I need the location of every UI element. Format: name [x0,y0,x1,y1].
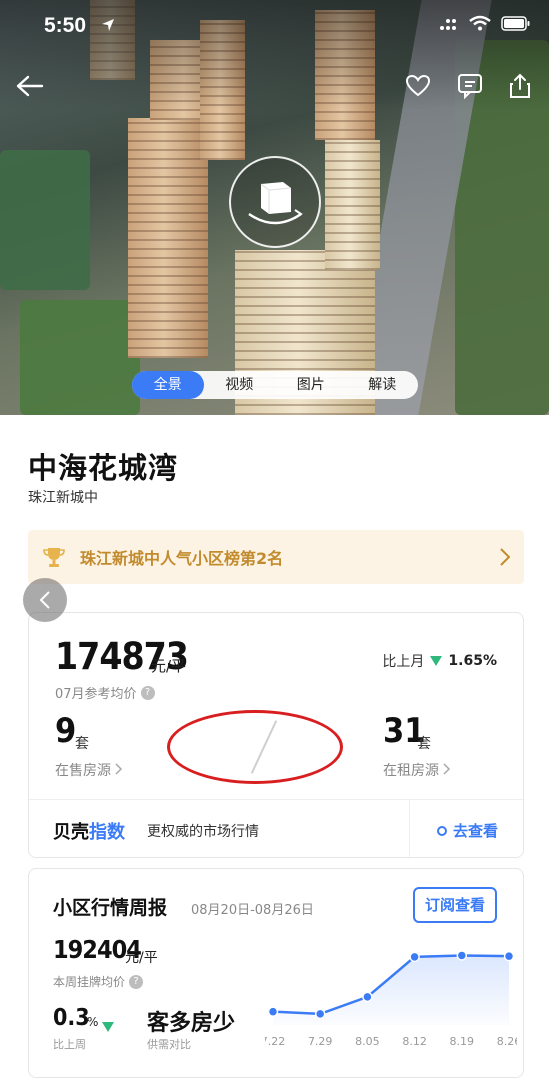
index-word: 指数 [89,822,125,843]
price-label-text: 07月参考均价 [55,687,137,702]
help-icon[interactable]: ? [140,685,155,700]
on-sale-link[interactable]: 在售房源 [55,760,123,780]
month-over-month: 比上月 1.65% [382,651,497,671]
on-sale-unit: 套 [75,736,89,752]
chart-point [362,991,373,1003]
vr-cube-icon [248,182,303,225]
tab-video[interactable]: 视频 [204,371,276,399]
chart-x-tick: 7.29 [308,1035,333,1048]
building [325,140,380,270]
rent-label: 在租房源 [383,763,439,779]
rent-unit: 套 [417,736,431,752]
card-divider [29,799,523,800]
status-bar: 5:50 [0,0,549,52]
chart-point [456,950,468,961]
chart-x-tick: 8.26 [497,1035,517,1048]
chevron-left-icon [39,591,50,609]
go-see-label: 去查看 [453,822,499,840]
index-brand: 贝壳 [53,822,89,843]
signal-icon [439,16,459,35]
chart-point [314,1008,326,1020]
park-area [20,300,140,415]
message-button[interactable] [452,68,488,104]
price-unit: 元/平 [151,657,187,675]
vr-view-button[interactable] [229,156,321,248]
media-tabs: 全景 视频 图片 解读 [132,371,418,399]
chart-point [267,1006,279,1017]
battery-icon [501,15,531,35]
go-see-button[interactable]: 去查看 [437,820,498,841]
chart-point [503,950,515,962]
down-triangle-icon [430,656,443,666]
chart-x-tick: 7.22 [265,1035,285,1048]
community-name: 中海花城湾 [28,451,179,485]
trophy-icon [43,548,65,567]
highlight-circle [167,710,343,784]
weekly-price-label: 本周挂牌均价 ? [53,973,144,990]
chart-point [409,951,420,963]
weekly-title: 小区行情周报 [53,897,168,919]
tab-photos[interactable]: 图片 [275,371,347,399]
help-icon[interactable]: ? [129,974,144,989]
ring-icon [437,825,447,836]
rank-text: 珠江新城中人气小区榜第2名 [80,549,284,568]
share-icon [510,73,530,98]
share-button[interactable] [502,68,538,104]
price-card: 174873 元/平 07月参考均价 ? 比上月 1.65% 9 套 在售房源 … [28,612,524,859]
chevron-right-icon [115,763,123,775]
down-triangle-icon [102,1017,114,1036]
weekly-change-label: 比上周 [53,1038,86,1051]
park-area [0,150,90,290]
supply-demand-value: 客多房少 [147,1011,236,1036]
arrow-left-icon [16,75,44,97]
rent-link[interactable]: 在租房源 [383,760,451,780]
floating-back-button[interactable] [23,578,67,622]
beike-index-logo: 贝壳指数 [53,818,125,844]
rank-banner[interactable]: 珠江新城中人气小区榜第2名 [28,530,524,584]
weekly-change-unit: % [87,1015,99,1029]
status-time: 5:50 [44,14,87,37]
on-sale-label: 在售房源 [55,763,111,779]
weekly-price-chart: 7.22 7.29 8.05 8.12 8.19 8.26 [265,950,517,1048]
back-button[interactable] [12,68,48,104]
location-arrow-icon [101,17,115,36]
chevron-right-icon [443,763,451,775]
weekly-change-value: 0.3 [53,1005,90,1031]
chart-x-tick: 8.19 [450,1035,475,1048]
supply-demand-label: 供需对比 [147,1038,191,1051]
price-label: 07月参考均价 ? [55,683,155,702]
mom-label: 比上月 [382,654,425,670]
weekly-price-unit: 元/平 [125,950,158,966]
weekly-price-label-text: 本周挂牌均价 [53,975,126,989]
building [128,118,208,358]
chart-x-tick: 8.12 [402,1035,427,1048]
mom-value: 1.65% [448,653,497,669]
weekly-date-range: 08月20日-08月26日 [191,903,314,918]
favorite-button[interactable] [400,68,436,104]
chat-icon [458,74,482,99]
index-description: 更权威的市场行情 [147,824,259,840]
chart-x-tick: 8.05 [355,1035,380,1048]
tab-panorama[interactable]: 全景 [132,371,204,399]
weekly-report-card: 小区行情周报 08月20日-08月26日 订阅查看 192404 元/平 本周挂… [28,868,524,1078]
on-sale-count: 9 [55,711,77,751]
chevron-right-icon [500,548,511,570]
hero-image[interactable]: 5:50 全景 视频 图片 解读 [0,0,549,415]
subscribe-button[interactable]: 订阅查看 [413,887,497,923]
vertical-divider [409,799,410,859]
wifi-icon [469,15,491,35]
community-district: 珠江新城中 [28,490,98,506]
tab-analysis[interactable]: 解读 [347,371,419,399]
heart-icon [405,74,431,97]
